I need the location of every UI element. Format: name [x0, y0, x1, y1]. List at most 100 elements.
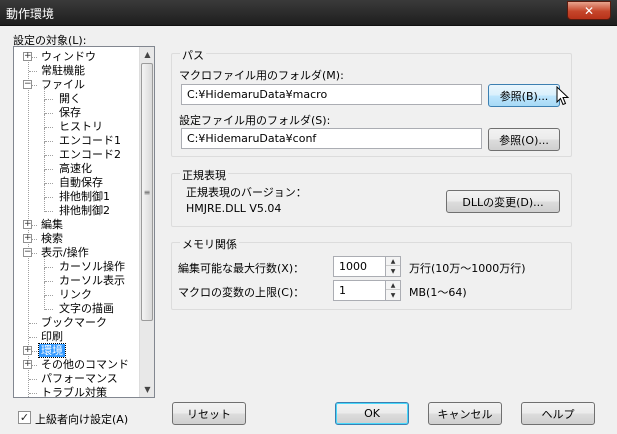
expand-icon[interactable]: +	[23, 220, 32, 229]
ok-button[interactable]: OK	[335, 402, 409, 425]
tree-item[interactable]: 常駐機能	[39, 64, 87, 78]
tree-connector	[29, 379, 37, 380]
tree-item[interactable]: 文字の描画	[57, 302, 116, 316]
tree-connector	[45, 141, 53, 142]
macro-vars-input[interactable]: 1	[333, 280, 386, 301]
tree-item[interactable]: 排他制御2	[57, 204, 112, 218]
regex-group: 正規表現 正規表現のバージョン： HMJRE.DLL V5.04 DLLの変更(…	[171, 167, 572, 227]
tree-item[interactable]: リンク	[57, 288, 94, 302]
spin-down-icon[interactable]: ▼	[386, 267, 400, 276]
tree-item[interactable]: エンコード2	[57, 148, 123, 162]
tree-connector	[45, 211, 53, 212]
tree-connector	[45, 113, 53, 114]
expand-icon[interactable]: +	[23, 360, 32, 369]
macro-folder-input[interactable]: C:¥HidemaruData¥macro	[181, 84, 482, 105]
tree-item[interactable]: ヒストリ	[57, 120, 105, 134]
tree-item[interactable]: 高速化	[57, 162, 94, 176]
tree-item-label: ブックマーク	[41, 316, 107, 329]
tree-item-label: エンコード1	[59, 134, 121, 147]
spin-up-icon[interactable]: ▲	[386, 281, 400, 290]
tree-item-label: エンコード2	[59, 148, 121, 161]
macro-vars-label: マクロの変数の上限(C)：	[178, 286, 305, 299]
close-icon: ✕	[583, 3, 595, 18]
tree-item[interactable]: カーソル操作	[57, 260, 127, 274]
tree-item-label: ウィンドウ	[41, 50, 96, 63]
tree-connector	[29, 337, 37, 338]
tree-connector	[44, 170, 45, 184]
macro-browse-button[interactable]: 参照(B)...	[488, 84, 560, 107]
tree-item[interactable]: エンコード1	[57, 134, 123, 148]
close-button[interactable]: ✕	[567, 1, 611, 20]
tree-item-label: ヒストリ	[59, 120, 103, 133]
tree-item[interactable]: トラブル対策	[39, 386, 109, 397]
macro-folder-label: マクロファイル用のフォルダ(M):	[179, 69, 344, 82]
grip-icon: ≡	[143, 187, 151, 197]
tree-item[interactable]: 編集	[39, 218, 65, 232]
path-group: パス マクロファイル用のフォルダ(M): C:¥HidemaruData¥mac…	[171, 47, 572, 157]
help-button[interactable]: ヘルプ	[521, 402, 595, 425]
tree-item[interactable]: ファイル	[39, 78, 87, 92]
expand-icon[interactable]: +	[23, 52, 32, 61]
macro-vars-spinner[interactable]: ▲ ▼	[385, 280, 401, 301]
checkmark-icon: ✓	[19, 411, 30, 424]
reset-button[interactable]: リセット	[172, 402, 246, 425]
tree-connector	[44, 282, 45, 296]
tree-item-label: リンク	[59, 288, 92, 301]
macro-vars-unit: MB(1～64)	[409, 286, 467, 299]
regex-version-label: 正規表現のバージョン：	[186, 186, 307, 199]
tree-item[interactable]: 検索	[39, 232, 65, 246]
tree-item[interactable]: 開く	[57, 92, 83, 106]
tree-items: ウィンドウ + 常駐機能 ファイル − 開く 保存 ヒストリ エンコード1 エンコード2 高速化 自動…	[14, 47, 140, 397]
memory-group-title: メモリ関係	[180, 236, 239, 252]
tree-item[interactable]: 表示/操作	[39, 246, 91, 260]
config-browse-button[interactable]: 参照(O)...	[488, 128, 560, 151]
tree-item[interactable]: 環境	[38, 343, 66, 358]
collapse-icon[interactable]: −	[23, 248, 32, 257]
collapse-icon[interactable]: −	[23, 80, 32, 89]
tree-item-label: 印刷	[41, 330, 63, 343]
tree-item-label: 開く	[59, 92, 81, 105]
tree-connector	[44, 156, 45, 170]
tree-connector	[45, 281, 53, 282]
tree-item[interactable]: 自動保存	[57, 176, 105, 190]
tree-connector	[29, 393, 37, 394]
regex-version-value: HMJRE.DLL V5.04	[186, 202, 282, 215]
tree-item-label: その他のコマンド	[41, 358, 129, 371]
tree-item[interactable]: ウィンドウ	[39, 50, 98, 64]
cancel-button[interactable]: キャンセル	[428, 402, 502, 425]
tree-item[interactable]: ブックマーク	[39, 316, 109, 330]
max-lines-input[interactable]: 1000	[333, 256, 386, 277]
tree-connector	[44, 142, 45, 156]
tree-connector	[45, 183, 53, 184]
tree-connector	[44, 198, 45, 212]
max-lines-spinner[interactable]: ▲ ▼	[385, 256, 401, 277]
scroll-thumb[interactable]: ≡	[141, 63, 153, 321]
memory-group: メモリ関係 編集可能な最大行数(X)： 1000 ▲ ▼ 万行(10万～1000…	[171, 236, 572, 310]
advanced-settings-checkbox[interactable]: ✓	[18, 411, 31, 424]
spin-down-icon[interactable]: ▼	[386, 291, 400, 300]
tree-item[interactable]: その他のコマンド	[39, 358, 131, 372]
tree-item[interactable]: 保存	[57, 106, 83, 120]
tree-scrollbar[interactable]: ▲ ≡ ▼	[139, 47, 154, 397]
tree-item-label: 自動保存	[59, 176, 103, 189]
tree-connector	[45, 267, 53, 268]
tree-connector	[44, 268, 45, 282]
tree-item[interactable]: 印刷	[39, 330, 65, 344]
window-title: 動作環境	[6, 7, 55, 21]
settings-tree[interactable]: ウィンドウ + 常駐機能 ファイル − 開く 保存 ヒストリ エンコード1 エンコード2 高速化 自動…	[13, 46, 155, 398]
tree-connector	[44, 184, 45, 198]
scroll-down-arrow-icon[interactable]: ▼	[140, 382, 154, 397]
spin-up-icon[interactable]: ▲	[386, 257, 400, 266]
tree-connector	[44, 296, 45, 310]
scroll-up-arrow-icon[interactable]: ▲	[140, 47, 154, 62]
config-folder-input[interactable]: C:¥HidemaruData¥conf	[181, 128, 482, 149]
tree-connector	[45, 197, 53, 198]
tree-item[interactable]: パフォーマンス	[39, 372, 120, 386]
advanced-settings-label[interactable]: 上級者向け設定(A)	[35, 411, 128, 427]
tree-connector	[44, 100, 45, 114]
expand-icon[interactable]: +	[23, 346, 32, 355]
tree-item[interactable]: カーソル表示	[57, 274, 127, 288]
expand-icon[interactable]: +	[23, 234, 32, 243]
tree-item[interactable]: 排他制御1	[57, 190, 112, 204]
change-dll-button[interactable]: DLLの変更(D)...	[446, 190, 560, 213]
